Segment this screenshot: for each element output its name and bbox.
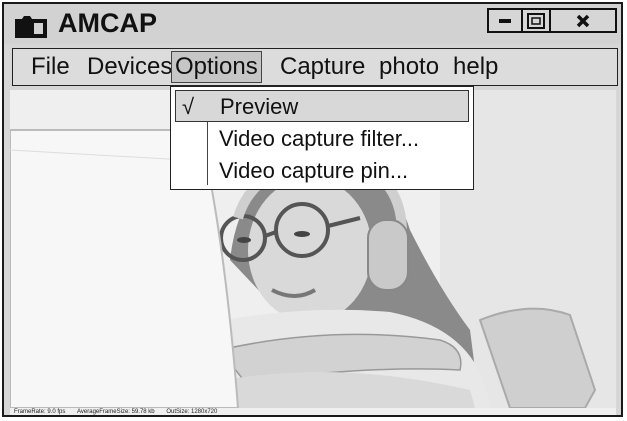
window-title: AMCAP xyxy=(58,8,157,38)
menu-item-label: Video capture filter... xyxy=(219,126,420,151)
menu-photo[interactable]: photo xyxy=(379,53,439,81)
menu-help[interactable]: help xyxy=(453,53,498,81)
maximize-button[interactable] xyxy=(523,10,551,31)
menu-options[interactable]: Options xyxy=(171,51,262,83)
minimize-icon xyxy=(499,18,511,23)
options-dropdown-menu: √ Preview Video capture filter... Video … xyxy=(170,86,474,190)
close-button[interactable] xyxy=(551,10,615,31)
status-frame-rate: FrameRate: 9.0 fps xyxy=(14,409,66,415)
status-bar: FrameRate: 9.0 fps AverageFrameSize: 59.… xyxy=(10,408,616,415)
menu-item-preview[interactable]: √ Preview xyxy=(175,90,469,122)
amcap-window: AMCAP File Devices Options Capture photo… xyxy=(2,2,623,417)
menu-capture[interactable]: Capture xyxy=(280,53,365,81)
close-icon xyxy=(576,14,590,27)
title-bar[interactable]: AMCAP xyxy=(4,4,621,44)
maximize-icon xyxy=(527,12,545,29)
folder-camera-icon xyxy=(15,16,47,38)
menu-item-video-capture-filter[interactable]: Video capture filter... xyxy=(175,123,469,155)
menu-devices[interactable]: Devices xyxy=(87,53,172,81)
menu-item-label: Video capture pin... xyxy=(219,158,409,183)
checkmark-icon: √ xyxy=(182,94,195,119)
menu-bar: File Devices Options Capture photo help xyxy=(12,48,618,86)
menu-item-video-capture-pin[interactable]: Video capture pin... xyxy=(175,155,469,187)
menu-item-label: Preview xyxy=(220,94,299,119)
status-out-size: OutSize: 1280x720 xyxy=(166,409,218,415)
status-avg-frame-size: AverageFrameSize: 59.78 kb xyxy=(77,409,155,415)
menu-file[interactable]: File xyxy=(31,53,70,81)
window-controls xyxy=(487,8,617,33)
minimize-button[interactable] xyxy=(489,10,523,31)
